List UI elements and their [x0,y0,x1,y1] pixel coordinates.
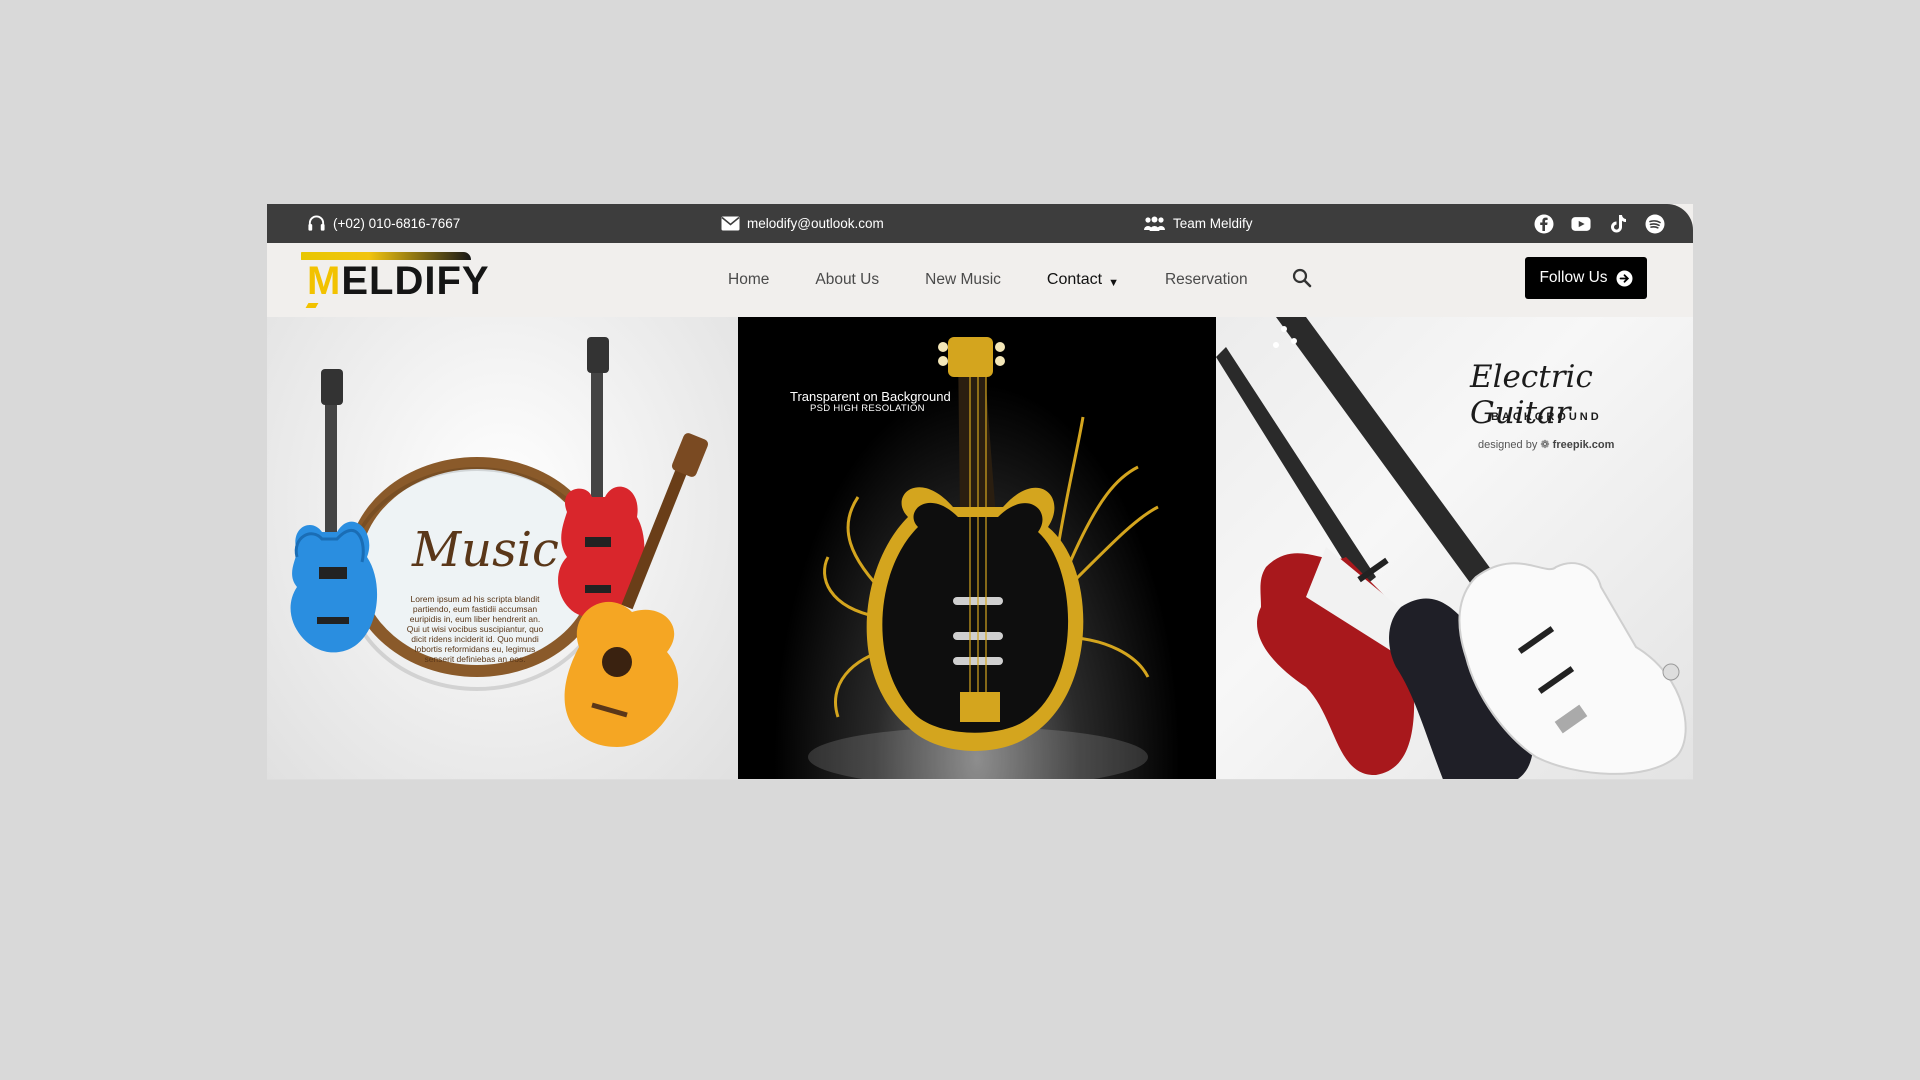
arrow-circle-right-icon [1616,270,1633,286]
email-contact[interactable]: melodify@outlook.com [721,204,884,243]
credit-site: freepik.com [1552,439,1615,451]
team-icon [1144,216,1165,231]
social-links [1534,204,1665,243]
search-icon[interactable] [1292,268,1314,290]
headset-icon [308,214,325,231]
nav-links: Home About Us New Music Contact ▼ Reserva… [728,243,1294,317]
tiktok-icon[interactable] [1608,214,1628,234]
credit-prefix: designed by [1478,439,1538,451]
music-body-text: Lorem ipsum ad his scripta blandit parti… [406,594,544,664]
logo-wordmark: MELDIFY [307,259,490,304]
top-bar: (+02) 010-6816-7667 melodify@outlook.com… [267,204,1693,243]
email-address: melodify@outlook.com [747,216,884,231]
phone-contact[interactable]: (+02) 010-6816-7667 [307,204,460,243]
nav-contact[interactable]: Contact ▼ [1047,271,1119,289]
electric-guitar-subtitle: BACKGROUND [1491,411,1602,423]
follow-us-label: Follow Us [1539,269,1608,286]
spotify-icon[interactable] [1645,214,1665,234]
youtube-icon[interactable] [1571,214,1591,234]
team-link[interactable]: Team Meldify [1143,204,1253,243]
gold-guitar-illustration [808,337,1159,780]
nav-home[interactable]: Home [728,271,769,289]
electric-guitar-banner[interactable]: Electric Guitar BACKGROUND designed by ❁… [1216,317,1693,780]
nav-contact-label: Contact [1046,271,1103,288]
main-navbar: MELDIFY Home About Us New Music Contact ▼… [267,243,1693,317]
follow-us-button[interactable]: Follow Us [1525,257,1647,299]
meldify-logo[interactable]: MELDIFY [299,251,499,313]
nav-about-us[interactable]: About Us [815,271,879,289]
logo-tick [305,303,319,308]
logo-letter-m: M [307,259,342,303]
nav-reservation[interactable]: Reservation [1165,271,1248,289]
facebook-icon[interactable] [1534,214,1554,234]
caret-down-icon: ▼ [1108,277,1119,289]
designer-credit: designed by ❁ freepik.com [1478,438,1614,451]
gold-caption: Transparent on Background [790,389,951,404]
music-title: Music [412,522,559,578]
gold-subcaption: PSD HIGH RESOLATION [810,403,925,414]
nav-new-music[interactable]: New Music [925,271,1001,289]
freepik-icon: ❁ [1540,439,1550,451]
logo-letters-rest: ELDIFY [341,259,490,303]
team-name: Team Meldify [1173,216,1253,231]
phone-number: (+02) 010-6816-7667 [333,216,461,231]
website-frame: (+02) 010-6816-7667 melodify@outlook.com… [267,204,1693,780]
envelope-icon [721,216,740,231]
frame-bottom-border [267,779,1693,780]
music-banner[interactable]: Music Lorem ipsum ad his scripta blandit… [267,317,738,780]
gold-guitar-banner[interactable]: Transparent on Background PSD HIGH RESOL… [738,317,1216,780]
